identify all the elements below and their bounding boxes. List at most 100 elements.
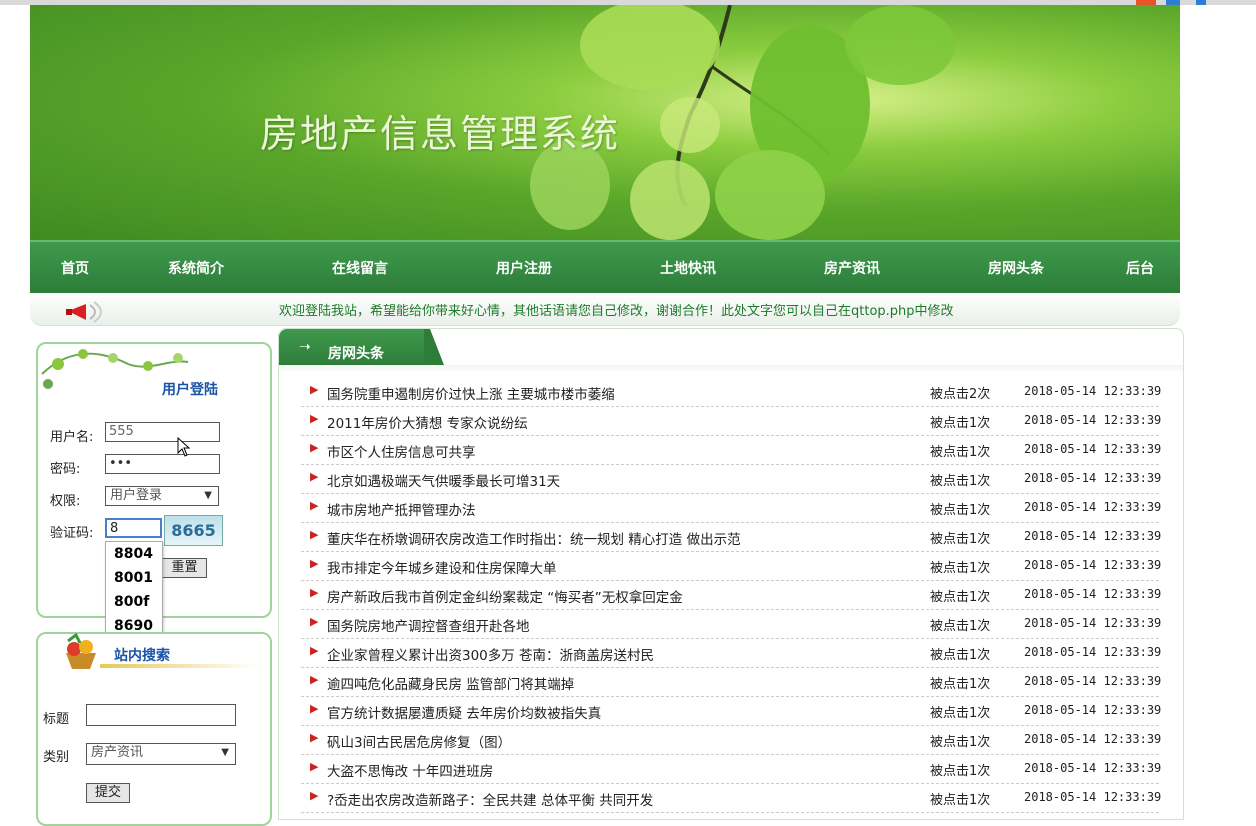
headline-clicks: 被点击1次: [930, 590, 991, 605]
triangle-bullet-icon: ▶: [310, 528, 319, 541]
headline-clicks: 被点击1次: [930, 561, 991, 576]
headline-date: 2018-05-14 12:33:39: [1024, 761, 1162, 775]
headline-title[interactable]: ?岙走出农房改造新路子：全民共建 总体平衡 共同开发: [327, 789, 653, 809]
headline-clicks: 被点击1次: [930, 532, 991, 547]
table-row[interactable]: ▶ 董庆华在桥墩调研农房改造工作时指出：统一规划 精心打造 做出示范 被点击1次 20…: [301, 522, 1162, 552]
headline-clicks: 被点击1次: [930, 677, 991, 692]
triangle-bullet-icon: ▶: [310, 673, 319, 686]
headline-title[interactable]: 官方统计数据屡遭质疑 去年房价均数被指失真: [327, 702, 601, 722]
table-row[interactable]: ▶ 房产新政后我市首例定金纠纷案裁定 “悔买者”无权拿回定金 被点击1次 2018-0…: [301, 580, 1162, 610]
table-row[interactable]: ▶ 市区个人住房信息可共享 被点击1次 2018-05-14 12:33:39: [301, 435, 1162, 465]
login-title: 用户登陆: [162, 382, 218, 398]
username-label: 用户名:: [50, 430, 94, 445]
headline-clicks: 被点击1次: [930, 706, 991, 721]
triangle-bullet-icon: ▶: [310, 557, 319, 570]
triangle-bullet-icon: ▶: [310, 789, 319, 802]
headlines-panel: ➝ 房网头条 ▶ 国务院重申遏制房价过快上涨 主要城市楼市萎缩 被点击2次 2018-…: [278, 328, 1184, 820]
headline-date: 2018-05-14 12:33:39: [1024, 645, 1162, 659]
captcha-input[interactable]: 8: [105, 518, 162, 538]
table-row[interactable]: ▶ ?岙走出农房改造新路子：全民共建 总体平衡 共同开发 被点击1次 2018-05-…: [301, 783, 1162, 813]
headline-title[interactable]: 国务院房地产调控督查组开赴各地: [327, 615, 530, 635]
headline-title[interactable]: 市区个人住房信息可共享: [327, 441, 476, 461]
headline-date: 2018-05-14 12:33:39: [1024, 790, 1162, 804]
tab-corner-icon: [424, 329, 444, 365]
headline-title[interactable]: 2011年房价大猜想 专家众说纷纭: [327, 412, 528, 432]
triangle-bullet-icon: ▶: [310, 644, 319, 657]
triangle-bullet-icon: ▶: [310, 760, 319, 773]
search-title: 站内搜索: [114, 648, 170, 664]
headline-clicks: 被点击1次: [930, 416, 991, 431]
headline-clicks: 被点击2次: [930, 387, 991, 402]
table-row[interactable]: ▶ 我市排定今年城乡建设和住房保障大单 被点击1次 2018-05-14 12:33:…: [301, 551, 1162, 581]
nav-property-news[interactable]: 房产资讯: [824, 258, 880, 278]
table-row[interactable]: ▶ 国务院重申遏制房价过快上涨 主要城市楼市萎缩 被点击2次 2018-05-14 1…: [301, 377, 1161, 407]
table-row[interactable]: ▶ 城市房地产抵押管理办法 被点击1次 2018-05-14 12:33:39: [301, 493, 1162, 523]
headline-title[interactable]: 逾四吨危化品藏身民房 监管部门将其端掉: [327, 673, 574, 693]
headline-title[interactable]: 国务院重申遏制房价过快上涨 主要城市楼市萎缩: [327, 383, 615, 403]
headline-clicks: 被点击1次: [930, 619, 991, 634]
headline-title[interactable]: 城市房地产抵押管理办法: [327, 499, 476, 519]
table-row[interactable]: ▶ 矾山3间古民居危房修复（图） 被点击1次 2018-05-14 12:33:39: [301, 725, 1161, 755]
headline-date: 2018-05-14 12:33:39: [1024, 558, 1162, 572]
nav-guestbook[interactable]: 在线留言: [332, 258, 388, 278]
site-banner: 房地产信息管理系统: [30, 5, 1180, 240]
table-row[interactable]: ▶ 国务院房地产调控督查组开赴各地 被点击1次 2018-05-14 12:33:39: [301, 609, 1162, 639]
headline-title[interactable]: 董庆华在桥墩调研农房改造工作时指出：统一规划 精心打造 做出示范: [327, 528, 741, 548]
headline-title[interactable]: 企业家曾程义累计出资300多万 苍南：浙商盖房送村民: [327, 644, 654, 664]
autocomplete-option[interactable]: 800f: [106, 590, 162, 614]
triangle-bullet-icon: ▶: [310, 383, 319, 396]
headline-date: 2018-05-14 12:33:39: [1024, 674, 1162, 688]
headline-date: 2018-05-14 12:33:39: [1024, 442, 1162, 456]
password-label: 密码:: [50, 462, 81, 477]
headlines-tab[interactable]: ➝ 房网头条: [279, 329, 424, 365]
headline-clicks: 被点击1次: [930, 735, 991, 750]
headline-date: 2018-05-14 12:33:39: [1024, 529, 1162, 543]
nav-about[interactable]: 系统简介: [168, 258, 224, 278]
table-row[interactable]: ▶ 北京如遇极端天气供暖季最长可增31天 被点击1次 2018-05-14 12:33…: [301, 464, 1161, 494]
role-select[interactable]: 用户登录 ▼: [105, 486, 219, 506]
autocomplete-option[interactable]: 8804: [106, 542, 162, 566]
headline-clicks: 被点击1次: [930, 793, 991, 808]
headline-date: 2018-05-14 12:33:39: [1024, 587, 1162, 601]
table-row[interactable]: ▶ 大盗不思悔改 十年四进班房 被点击1次 2018-05-14 12:33:39: [301, 754, 1162, 784]
headline-date: 2018-05-14 12:33:39: [1024, 413, 1162, 427]
triangle-bullet-icon: ▶: [310, 702, 319, 715]
headline-title[interactable]: 我市排定今年城乡建设和住房保障大单: [327, 557, 557, 577]
headline-title[interactable]: 房产新政后我市首例定金纠纷案裁定 “悔买者”无权拿回定金: [327, 586, 683, 606]
reset-button[interactable]: 重置: [162, 558, 207, 578]
headline-date: 2018-05-14 12:33:39: [1024, 500, 1162, 514]
headline-title[interactable]: 矾山3间古民居危房修复（图）: [327, 731, 511, 751]
nav-headlines[interactable]: 房网头条: [988, 258, 1044, 278]
triangle-bullet-icon: ▶: [310, 412, 319, 425]
search-category-select[interactable]: 房产资讯 ▼: [86, 743, 236, 765]
chevron-down-icon: ▼: [204, 490, 212, 501]
table-row[interactable]: ▶ 企业家曾程义累计出资300多万 苍南：浙商盖房送村民 被点击1次 2018-05-…: [301, 638, 1162, 668]
nav-admin[interactable]: 后台: [1126, 258, 1154, 278]
notice-bar: 欢迎登陆我站，希望能给你带来好心情，其他话语请您自己修改，谢谢合作！此处文字您可…: [30, 293, 1180, 326]
table-row[interactable]: ▶ 官方统计数据屡遭质疑 去年房价均数被指失真 被点击1次 2018-05-14 12…: [301, 696, 1161, 726]
headline-clicks: 被点击1次: [930, 648, 991, 663]
fruit-basket-icon: [66, 633, 96, 669]
role-label: 权限:: [50, 494, 81, 509]
username-input[interactable]: 555: [105, 422, 220, 442]
table-row[interactable]: ▶ 逾四吨危化品藏身民房 监管部门将其端掉 被点击1次 2018-05-14 12:3…: [301, 667, 1162, 697]
mouse-cursor-icon: [177, 437, 191, 457]
password-input[interactable]: •••: [105, 454, 220, 474]
nav-land-news[interactable]: 土地快讯: [660, 258, 716, 278]
headline-title[interactable]: 大盗不思悔改 十年四进班房: [327, 760, 493, 780]
headline-title[interactable]: 北京如遇极端天气供暖季最长可增31天: [327, 470, 560, 490]
table-row[interactable]: ▶ 2011年房价大猜想 专家众说纷纭 被点击1次 2018-05-14 12:33:…: [301, 406, 1162, 436]
triangle-bullet-icon: ▶: [310, 615, 319, 628]
search-title-input[interactable]: [86, 704, 236, 726]
headlines-header-strip: [279, 365, 1183, 373]
site-title: 房地产信息管理系统: [260, 112, 621, 156]
autocomplete-option[interactable]: 8001: [106, 566, 162, 590]
nav-home[interactable]: 首页: [61, 258, 89, 278]
nav-register[interactable]: 用户注册: [496, 258, 552, 278]
triangle-bullet-icon: ▶: [310, 441, 319, 454]
headline-clicks: 被点击1次: [930, 503, 991, 518]
role-select-value: 用户登录: [110, 488, 163, 503]
search-submit-button[interactable]: 提交: [86, 783, 130, 803]
captcha-image[interactable]: 8665: [164, 515, 223, 546]
headline-date: 2018-05-14 12:33:39: [1024, 616, 1162, 630]
